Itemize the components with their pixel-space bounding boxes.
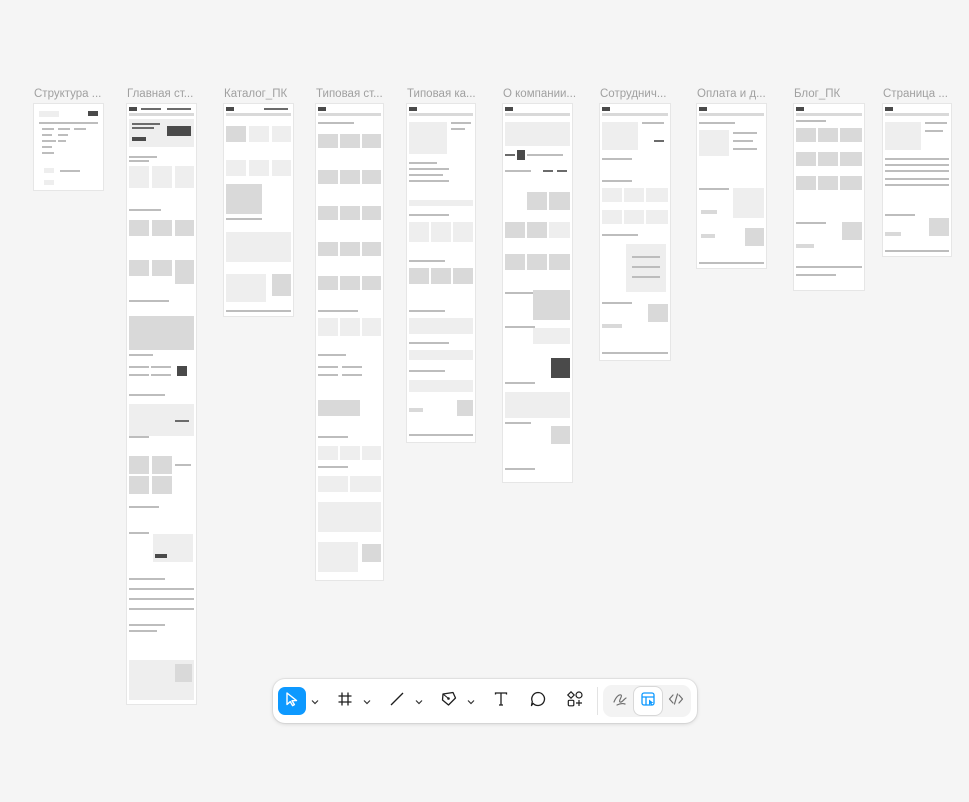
chevron-down-icon xyxy=(363,692,371,710)
frame-title-typical-card[interactable]: Типовая ка... xyxy=(407,88,487,100)
comment-bubble-icon xyxy=(529,690,547,713)
line-icon xyxy=(389,691,405,712)
shapes-plus-icon xyxy=(566,690,584,713)
frame-blog[interactable] xyxy=(794,104,864,290)
draw-squiggle-icon xyxy=(612,691,628,712)
text-tool-button[interactable] xyxy=(487,687,515,715)
frame-catalog[interactable] xyxy=(224,104,293,316)
frame-title-blog[interactable]: Блог_ПК xyxy=(794,88,874,100)
code-brackets-icon xyxy=(668,691,684,712)
frame-title-cooperation[interactable]: Сотруднич... xyxy=(600,88,680,100)
frame-hash-icon xyxy=(337,691,353,712)
pen-icon xyxy=(440,690,458,713)
pen-tool-menu-caret[interactable] xyxy=(466,687,476,715)
frame-tool-menu-caret[interactable] xyxy=(362,687,372,715)
text-icon xyxy=(493,691,509,712)
draw-mode-button[interactable] xyxy=(606,687,634,715)
frame-structure[interactable] xyxy=(34,104,103,190)
comment-tool-button[interactable] xyxy=(524,687,552,715)
toolbar-divider xyxy=(597,687,598,715)
dev-mode-button[interactable] xyxy=(662,687,690,715)
chevron-down-icon xyxy=(415,692,423,710)
frame-about[interactable] xyxy=(503,104,572,482)
move-tool-menu-caret[interactable] xyxy=(310,687,320,715)
frame-typical-card[interactable] xyxy=(407,104,475,442)
frame-title-about[interactable]: О компании... xyxy=(503,88,583,100)
frame-cooperation[interactable] xyxy=(600,104,670,360)
actions-tool-button[interactable] xyxy=(561,687,589,715)
frame-tool-button[interactable] xyxy=(331,687,359,715)
mode-switcher xyxy=(603,685,691,717)
line-tool-menu-caret[interactable] xyxy=(414,687,424,715)
frame-payment[interactable] xyxy=(697,104,766,268)
frame-title-catalog[interactable]: Каталог_ПК xyxy=(224,88,304,100)
frame-title-structure[interactable]: Структура ... xyxy=(34,88,114,100)
chevron-down-icon xyxy=(467,692,475,710)
frame-title-home[interactable]: Главная ст... xyxy=(127,88,207,100)
cursor-arrow-icon xyxy=(284,691,300,712)
pen-tool-button[interactable] xyxy=(435,687,463,715)
frame-title-typical-page[interactable]: Типовая ст... xyxy=(316,88,396,100)
design-mode-button[interactable] xyxy=(634,687,662,715)
line-tool-button[interactable] xyxy=(383,687,411,715)
frame-typical-page[interactable] xyxy=(316,104,383,580)
frame-home[interactable] xyxy=(127,104,196,704)
chevron-down-icon xyxy=(311,692,319,710)
frame-page[interactable] xyxy=(883,104,951,256)
frame-title-payment[interactable]: Оплата и д... xyxy=(697,88,777,100)
move-tool-button[interactable] xyxy=(278,687,306,715)
frame-title-page[interactable]: Страница ... xyxy=(883,88,963,100)
design-mode-icon xyxy=(640,691,656,712)
